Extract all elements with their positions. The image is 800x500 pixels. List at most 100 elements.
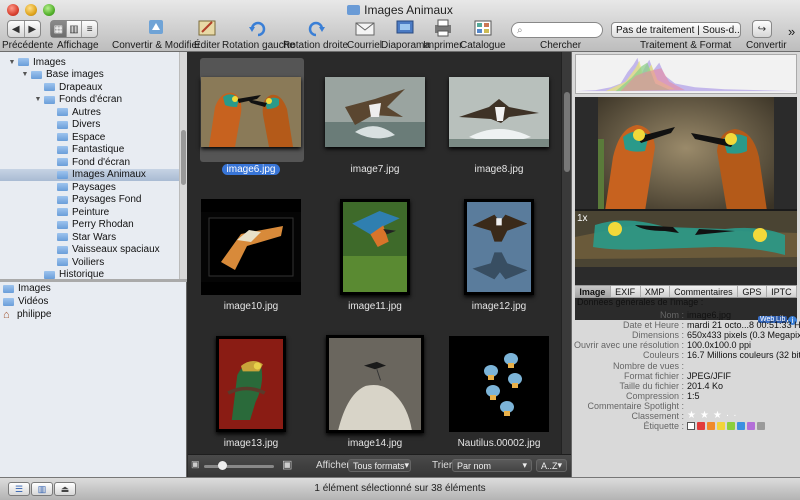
label-swatches[interactable] [687, 422, 765, 431]
thumbnail-image[interactable] [340, 199, 410, 295]
sidebar-item[interactable]: Peinture [0, 206, 179, 219]
inspector-tab[interactable]: Image [575, 286, 611, 297]
thumbnail-item[interactable]: image8.jpg [437, 52, 561, 188]
disclosure-open-icon[interactable]: ▼ [34, 96, 42, 103]
folder-icon [347, 5, 361, 15]
sidebar-item[interactable]: Drapeaux [0, 81, 179, 94]
inspector-tab[interactable]: EXIF [611, 286, 641, 297]
places-item[interactable]: Images [0, 282, 187, 295]
label-none-swatch[interactable] [687, 422, 695, 431]
slider-knob[interactable] [218, 461, 227, 470]
sort-select[interactable]: Par nom ▾ [452, 459, 532, 472]
inspector-tab[interactable]: IPTC [767, 286, 798, 297]
thumbnail-item[interactable]: image6.jpg [189, 52, 313, 188]
label-color-swatch[interactable] [707, 422, 715, 431]
places-item[interactable]: ⌂ philippe [0, 308, 187, 321]
view-label: Affichage [57, 40, 99, 51]
sidebar-item[interactable]: Espace [0, 131, 179, 144]
list-view-icon[interactable]: ≡ [82, 21, 97, 37]
search-input[interactable]: ⌕ [511, 22, 603, 38]
sidebar-item[interactable]: Voiliers [0, 256, 179, 269]
label-color-swatch[interactable] [737, 422, 745, 431]
mail-button[interactable]: Courriel [347, 18, 382, 51]
thumbnail-item[interactable]: image7.jpg [313, 52, 437, 188]
sidebar-item[interactable]: Historique [0, 269, 179, 279]
folder-icon [57, 245, 68, 254]
convert-button[interactable]: ↪ [752, 20, 772, 38]
sort-order-select[interactable]: A..Z ▾ [536, 459, 567, 472]
edit-button[interactable]: Éditer [194, 18, 220, 51]
scrollbar-thumb[interactable] [564, 92, 570, 172]
forward-arrow-icon[interactable]: ▶ [25, 21, 41, 37]
sidebar-item[interactable]: Fantastique [0, 144, 179, 157]
folder-icon [57, 220, 68, 229]
sidebar-item[interactable]: ▼ Images [0, 56, 179, 69]
column-view-icon[interactable]: ▥ [67, 21, 83, 37]
folder-icon [44, 83, 55, 92]
thumbnail-item[interactable]: image12.jpg [437, 189, 561, 325]
rotate-right-button[interactable]: Rotation droite [283, 18, 348, 51]
back-forward-control[interactable]: ◀ ▶ [7, 20, 41, 38]
thumbnail-item[interactable]: image13.jpg [189, 326, 313, 462]
thumbnail-image[interactable] [326, 335, 424, 433]
toolbar-overflow-button[interactable]: » [788, 24, 795, 39]
star-filled-icon[interactable]: ★ [687, 410, 697, 421]
folder-icon [57, 170, 68, 179]
thumbnail-image[interactable] [216, 336, 286, 432]
thumbnail-size-slider[interactable] [204, 465, 274, 468]
thumbnail-item[interactable]: Nautilus.00002.jpg [437, 326, 561, 462]
sidebar-item[interactable]: Paysages [0, 181, 179, 194]
inspector-tab[interactable]: Commentaires [670, 286, 739, 297]
label-color-swatch[interactable] [757, 422, 765, 431]
sidebar-item[interactable]: Star Wars [0, 231, 179, 244]
grid-view-icon[interactable]: ▦ [51, 21, 67, 37]
scrollbar-thumb[interactable] [181, 130, 186, 185]
back-arrow-icon[interactable]: ◀ [8, 21, 25, 37]
thumbnail-item[interactable]: image14.jpg [313, 326, 437, 462]
sidebar-item[interactable]: ▼ Fonds d'écran [0, 94, 179, 107]
places-item[interactable]: Vidéos [0, 295, 187, 308]
sidebar-item[interactable]: Divers [0, 119, 179, 132]
sidebar-scrollbar[interactable] [179, 52, 187, 279]
star-empty-icon[interactable]: · [733, 410, 737, 421]
thumbnail-image[interactable] [201, 199, 301, 295]
print-button[interactable]: Imprimer [423, 18, 462, 51]
folder-icon [3, 284, 14, 293]
thumbnail-image[interactable] [449, 77, 549, 147]
format-filter-select[interactable]: Tous formats ▾ [348, 459, 411, 472]
thumbnail-filename: image8.jpg [474, 164, 524, 175]
thumbnail-image[interactable] [325, 77, 425, 147]
thumbnail-item[interactable]: image10.jpg [189, 189, 313, 325]
label-color-swatch[interactable] [727, 422, 735, 431]
folder-icon [57, 208, 68, 217]
grid-scrollbar[interactable] [561, 52, 571, 454]
thumbnail-image[interactable] [464, 199, 534, 295]
thumbnail-item[interactable]: image11.jpg [313, 189, 437, 325]
slideshow-icon [396, 20, 414, 34]
rating-stars[interactable]: ★ ★ ★ · · [687, 410, 741, 421]
thumbnail-image[interactable] [201, 77, 301, 147]
star-empty-icon[interactable]: · [726, 410, 730, 421]
sidebar-item[interactable]: Autres [0, 106, 179, 119]
inspector-tab[interactable]: GPS [738, 286, 767, 297]
sidebar-item[interactable]: Paysages Fond [0, 194, 179, 207]
sidebar-item[interactable]: Vaisseaux spaciaux [0, 244, 179, 257]
convert-modify-button[interactable]: Convertir & Modifier [112, 18, 200, 51]
sidebar-item[interactable]: Images Animaux [0, 168, 179, 181]
disclosure-open-icon[interactable]: ▼ [8, 59, 16, 66]
sidebar-item[interactable]: Perry Rhodan [0, 219, 179, 232]
inspector-tab[interactable]: XMP [641, 286, 670, 297]
thumbnail-image[interactable] [449, 336, 549, 432]
disclosure-open-icon[interactable]: ▼ [21, 71, 29, 78]
label-color-swatch[interactable] [717, 422, 725, 431]
star-filled-icon[interactable]: ★ [713, 410, 723, 421]
catalog-button[interactable]: Catalogue [460, 18, 506, 51]
star-filled-icon[interactable]: ★ [700, 410, 710, 421]
view-mode-control[interactable]: ▦ ▥ ≡ [50, 20, 98, 38]
sidebar-item[interactable]: ▼ Base images [0, 69, 179, 82]
folder-tree: ▼ Images ▼ Base images Drapeaux ▼ Fonds d'écra… [0, 52, 179, 279]
label-color-swatch[interactable] [697, 422, 705, 431]
label-color-swatch[interactable] [747, 422, 755, 431]
sidebar-item[interactable]: Fond d'écran [0, 156, 179, 169]
processing-select[interactable]: Pas de traitement | Sous-d...▼ [611, 22, 741, 38]
